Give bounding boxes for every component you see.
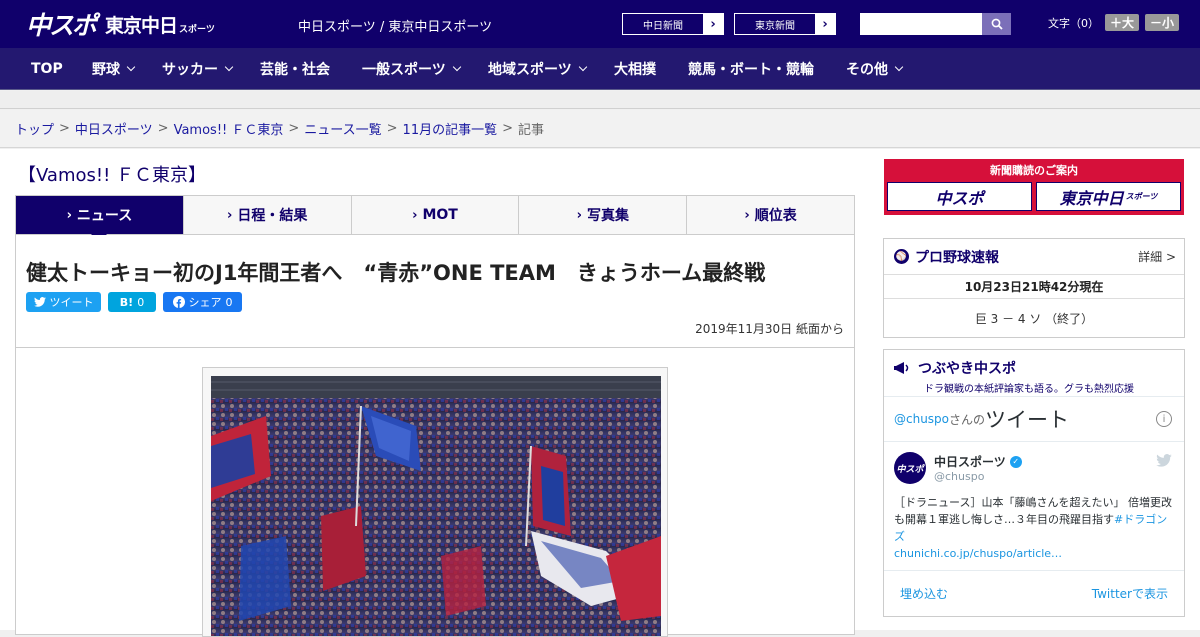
subscription-title: 新聞購読のご案内 bbox=[990, 164, 1078, 177]
nav-item-racing[interactable]: 競馬・ボート・競輪 bbox=[688, 48, 814, 90]
tweets-panel: つぶやき中スポ ドラ観戦の本紙評論家も語る。グラも熱烈応援 @chuspo さん… bbox=[883, 349, 1185, 617]
hatena-count: 0 bbox=[137, 295, 145, 309]
category-title: 【Vamos!! ＦＣ東京】 bbox=[18, 165, 207, 186]
breadcrumb-current: 記事 bbox=[518, 123, 545, 138]
chevron-down-icon bbox=[224, 62, 234, 72]
nav-item-local-sports[interactable]: 地域スポーツ bbox=[488, 48, 587, 90]
nav-item-other[interactable]: その他 bbox=[846, 48, 904, 90]
font-size-label: 文字（0） bbox=[1048, 16, 1099, 30]
baseball-scores-panel: ⚾ プロ野球速報 詳細 > 10月23日21時42分現在 巨 3 － 4 ソ （… bbox=[883, 238, 1185, 338]
breadcrumb-fc-tokyo[interactable]: Vamos!! ＦＣ東京 bbox=[174, 119, 284, 138]
tweet-button[interactable]: ツイート bbox=[26, 292, 101, 312]
account-handle: @chuspo bbox=[934, 470, 985, 483]
font-smaller-button[interactable]: －小 bbox=[1145, 14, 1180, 31]
chevron-down-icon bbox=[126, 62, 136, 72]
main-nav: TOP 野球 サッカー 芸能・社会 一般スポーツ 地域スポーツ 大相撲 競馬・ボ… bbox=[0, 48, 1200, 90]
nav-item-sumo[interactable]: 大相撲 bbox=[614, 48, 656, 90]
article-headline: 健太トーキョー初のJ1年間王者へ “青赤”ONE TEAM きょうホーム最終戦 bbox=[26, 261, 766, 285]
search-input[interactable] bbox=[860, 13, 982, 35]
site-name: 中日スポーツ / 東京中日スポーツ bbox=[298, 20, 493, 35]
account-name[interactable]: 中日スポーツ bbox=[934, 453, 1006, 470]
subscribe-chuspo-button[interactable]: 中スポ bbox=[887, 182, 1032, 211]
chevron-right-icon: › bbox=[744, 207, 750, 223]
nav-sub-strip bbox=[0, 91, 1200, 109]
breadcrumb-chunichi-sports[interactable]: 中日スポーツ bbox=[75, 119, 153, 138]
logo-chuspo: 中スポ bbox=[26, 11, 97, 40]
twitter-bird-icon bbox=[1156, 454, 1172, 467]
chunichi-shimbun-button[interactable]: 中日新聞 › bbox=[622, 13, 724, 35]
nav-item-general-sports[interactable]: 一般スポーツ bbox=[362, 48, 461, 90]
article-date: 2019年11月30日 紙面から bbox=[695, 322, 844, 336]
tab-standings[interactable]: › 順位表 bbox=[687, 196, 854, 234]
subscribe-tokyo-chunichi-button[interactable]: 東京中日 スポーツ bbox=[1036, 182, 1181, 211]
top-header: 中スポ 東京中日 スポーツ 中日スポーツ / 東京中日スポーツ 中日新聞 › 東… bbox=[0, 0, 1200, 48]
baseball-detail-link[interactable]: 詳細 > bbox=[1138, 248, 1176, 265]
tab-news[interactable]: › ニュース bbox=[16, 196, 184, 242]
tokyo-shimbun-button[interactable]: 東京新聞 › bbox=[734, 13, 836, 35]
twitter-bird-icon bbox=[33, 297, 46, 307]
chevron-down-icon bbox=[452, 62, 461, 72]
subscription-banner[interactable]: 新聞購読のご案内 中スポ 東京中日 スポーツ bbox=[884, 159, 1184, 215]
search-button[interactable] bbox=[982, 13, 1011, 35]
chevron-down-icon bbox=[578, 62, 587, 72]
nav-item-soccer[interactable]: サッカー bbox=[162, 48, 234, 90]
tweets-subtitle: ドラ観戦の本紙評論家も語る。グラも熱烈応援 bbox=[924, 384, 1134, 395]
chevron-right-icon: › bbox=[227, 207, 233, 223]
baseball-update-time: 10月23日21時42分現在 bbox=[884, 275, 1184, 299]
font-size-control: 文字（0） ＋大 －小 bbox=[1048, 14, 1180, 31]
article-photo[interactable] bbox=[211, 376, 661, 636]
tweet-link[interactable]: chunichi.co.jp/chuspo/article… bbox=[894, 547, 1062, 560]
tweets-label: ツイート bbox=[985, 408, 1070, 432]
facebook-icon bbox=[172, 296, 185, 308]
tweets-handle-link[interactable]: @chuspo bbox=[894, 412, 949, 426]
chevron-right-icon: › bbox=[703, 14, 723, 34]
chevron-right-icon: › bbox=[66, 207, 72, 223]
facebook-share-button[interactable]: シェア 0 bbox=[163, 292, 242, 312]
tab-schedule-results[interactable]: › 日程・結果 bbox=[183, 196, 352, 234]
font-larger-button[interactable]: ＋大 bbox=[1105, 14, 1140, 31]
verified-icon: ✓ bbox=[1009, 455, 1022, 468]
baseball-title: プロ野球速報 bbox=[915, 249, 999, 266]
breadcrumb-news-list[interactable]: ニュース一覧 bbox=[304, 119, 381, 138]
chevron-right-icon: › bbox=[815, 14, 835, 34]
tab-photos[interactable]: › 写真集 bbox=[519, 196, 688, 234]
view-on-twitter-link[interactable]: Twitterで表示 bbox=[1092, 585, 1168, 602]
fans-photo-graphic bbox=[211, 376, 661, 636]
chevron-right-icon: › bbox=[412, 207, 418, 223]
nav-item-entertainment[interactable]: 芸能・社会 bbox=[260, 48, 330, 90]
category-tabs: › ニュース › 日程・結果 › MOT › 写真集 › 順位表 bbox=[15, 195, 855, 242]
nav-item-baseball[interactable]: 野球 bbox=[92, 48, 136, 90]
hatena-bookmark-button[interactable]: B! 0 bbox=[108, 292, 156, 312]
facebook-count: 0 bbox=[225, 295, 233, 309]
chevron-down-icon bbox=[894, 62, 904, 72]
embed-link[interactable]: 埋め込む bbox=[900, 585, 948, 602]
breadcrumb: トップ > 中日スポーツ > Vamos!! ＦＣ東京 > ニュース一覧 > 11月の記… bbox=[0, 110, 1200, 148]
chevron-right-icon: › bbox=[576, 207, 582, 223]
megaphone-icon bbox=[894, 362, 909, 374]
article-divider bbox=[16, 347, 854, 348]
article-photo-frame bbox=[202, 367, 668, 637]
search-box bbox=[860, 13, 1011, 35]
tweet-text: ［ドラニュース］山本「藤嶋さんを超えたい」 倍増更改も開幕１軍逃し悔しさ…３年目… bbox=[894, 496, 1172, 560]
avatar[interactable]: 中スポ bbox=[894, 452, 926, 484]
tab-mot[interactable]: › MOT bbox=[351, 196, 520, 234]
breadcrumb-top[interactable]: トップ bbox=[15, 119, 54, 138]
breadcrumb-november-list[interactable]: 11月の記事一覧 bbox=[403, 119, 498, 138]
site-logo[interactable]: 中スポ 東京中日 スポーツ bbox=[26, 10, 215, 40]
baseball-icon: ⚾ bbox=[894, 249, 909, 264]
search-icon bbox=[991, 18, 1003, 30]
tweets-title: つぶやき中スポ bbox=[918, 361, 1016, 377]
logo-sports: スポーツ bbox=[179, 24, 215, 35]
hatena-icon: B! bbox=[119, 295, 134, 309]
nav-item-top[interactable]: TOP bbox=[31, 48, 63, 90]
info-icon[interactable]: i bbox=[1156, 411, 1172, 427]
baseball-game-score[interactable]: 巨 3 － 4 ソ （終了） bbox=[884, 299, 1184, 337]
logo-tokyo-chunichi: 東京中日 bbox=[105, 14, 178, 37]
